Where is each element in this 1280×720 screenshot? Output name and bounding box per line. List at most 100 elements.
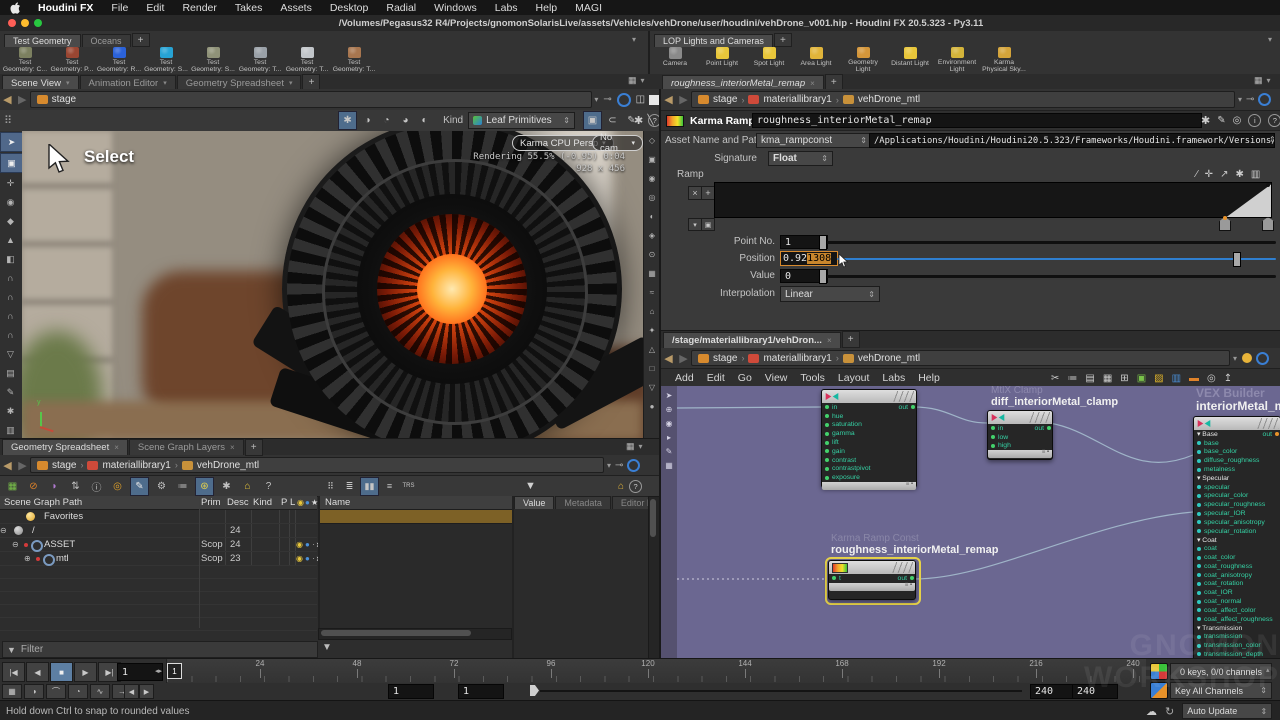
go-start-button[interactable]: |◀: [2, 662, 25, 682]
range-prev-button[interactable]: ◀: [124, 684, 139, 699]
sheet-help-icon[interactable]: ?: [629, 480, 642, 493]
view-axis-icon[interactable]: △: [644, 340, 660, 359]
shelf-tool[interactable]: Test Geometry: T...: [237, 47, 283, 73]
frame-selection-icon[interactable]: ▣: [1137, 373, 1146, 384]
shelf-tool[interactable]: Test Geometry: R...: [96, 47, 142, 73]
point-no-slider-handle[interactable]: [819, 235, 827, 250]
misc-tool-icon[interactable]: ▥: [0, 421, 21, 439]
menu-labs[interactable]: Labs: [495, 2, 518, 14]
select-objects-icon[interactable]: ◑: [359, 112, 376, 129]
shelf-tool[interactable]: Karma Physical Sky...: [981, 47, 1027, 73]
auto-update-dropdown[interactable]: Auto Update⇕: [1182, 703, 1272, 719]
port-in[interactable]: inout: [988, 424, 1052, 433]
param-diffuse_roughness[interactable]: diffuse_roughness: [1194, 456, 1280, 465]
param-transmission_color[interactable]: transmission_color: [1194, 641, 1280, 650]
sheet-menu-icon[interactable]: ▾: [639, 442, 643, 451]
path-item-stage[interactable]: stage: [37, 460, 76, 471]
character-tool-icon[interactable]: ▲: [0, 231, 21, 249]
view-materials-icon[interactable]: ◐: [644, 207, 660, 226]
param-metalness[interactable]: metalness: [1194, 465, 1280, 474]
menu-render[interactable]: Render: [182, 2, 216, 14]
net-menu-add[interactable]: Add: [675, 372, 694, 384]
grid-snap-icon[interactable]: ▦: [1103, 373, 1112, 384]
param-info-icon[interactable]: i: [1248, 114, 1261, 127]
output-dot[interactable]: [1047, 426, 1051, 430]
right-pane-grid-icon[interactable]: ▦: [1254, 75, 1263, 86]
param-dot[interactable]: [1197, 600, 1201, 604]
param-specular_rotation[interactable]: specular_rotation: [1194, 527, 1280, 536]
shelf-tool[interactable]: Camera: [652, 47, 698, 73]
anim-options-icon[interactable]: ▦: [2, 684, 22, 699]
sheet-link-icon[interactable]: [627, 459, 640, 472]
param-dot[interactable]: [1197, 441, 1201, 445]
port-contrastpivot[interactable]: contrastpivot: [822, 465, 916, 474]
row-visible-icon[interactable]: ●: [305, 540, 310, 549]
keyframe-colors-icon[interactable]: [1150, 663, 1168, 680]
input-dot[interactable]: [825, 432, 829, 436]
prev-frame-button[interactable]: ◀: [26, 662, 49, 682]
row-visible-icon[interactable]: ●: [305, 554, 310, 563]
info-icon[interactable]: ⓘ: [88, 478, 105, 495]
param-help-icon[interactable]: ?: [1268, 114, 1280, 127]
input-dot[interactable]: [825, 405, 829, 409]
lasso-select-icon[interactable]: ⊂: [604, 112, 621, 129]
snap-options-icon[interactable]: ◧: [0, 250, 21, 268]
frame-stepper-icons[interactable]: ◂▸: [155, 667, 162, 675]
compact-view-toggle[interactable]: ≡: [381, 478, 398, 495]
apple-logo-icon[interactable]: [10, 2, 20, 14]
view-shading-icon[interactable]: ◎: [644, 188, 660, 207]
shelf-tool[interactable]: Point Light: [699, 47, 745, 73]
path-item-stage[interactable]: stage: [698, 94, 737, 105]
secure-selection-icon[interactable]: ▣: [0, 153, 23, 173]
snap-prim-icon[interactable]: ∩: [0, 326, 21, 344]
port-in[interactable]: inout: [822, 403, 916, 412]
hierarchy-icon[interactable]: ≔: [174, 478, 191, 495]
view-fog-icon[interactable]: ≈: [644, 283, 660, 302]
select-points-icon[interactable]: ◔: [378, 112, 395, 129]
sheet-pin-icon[interactable]: ⊸: [615, 460, 623, 471]
param-coat_rotation[interactable]: coat_rotation: [1194, 580, 1280, 589]
param-coat[interactable]: coat: [1194, 544, 1280, 553]
app-menu[interactable]: Houdini FX: [38, 2, 93, 14]
scene-graph-row-favorites[interactable]: Favorites: [0, 510, 317, 524]
ramp-gear-icon[interactable]: ✱: [1235, 169, 1243, 180]
param-group-base[interactable]: ▾ Baseout: [1194, 430, 1280, 439]
snap-edge-icon[interactable]: ∩: [0, 307, 21, 325]
graph-icon[interactable]: ▦: [4, 478, 21, 495]
snap-grid-icon[interactable]: ∩: [0, 269, 21, 287]
view-grid-icon[interactable]: ▦: [644, 264, 660, 283]
rig-tool-icon[interactable]: ◆: [0, 212, 21, 230]
param-dot[interactable]: [1197, 512, 1201, 516]
sheet-grid-icon[interactable]: ▦: [626, 441, 635, 452]
path-item-materiallibrary1[interactable]: materiallibrary1: [748, 353, 831, 364]
param-brush-icon[interactable]: ✎: [1217, 115, 1225, 126]
port-contrast[interactable]: contrast: [822, 456, 916, 465]
input-dot[interactable]: [991, 444, 995, 448]
display-options-icon[interactable]: ▥: [1172, 373, 1181, 384]
name-filter-icon[interactable]: ▼: [322, 642, 332, 653]
input-dot[interactable]: [825, 458, 829, 462]
menu-assets[interactable]: Assets: [280, 2, 312, 14]
col-name[interactable]: Name: [320, 496, 512, 510]
col-visible-icon[interactable]: ●: [305, 498, 310, 507]
range-slider-track[interactable]: [540, 690, 1022, 692]
param-base_color[interactable]: base_color: [1194, 448, 1280, 457]
trs-view-toggle[interactable]: TRS: [400, 478, 417, 495]
settings-icon[interactable]: ⚙: [153, 478, 170, 495]
port-saturation[interactable]: saturation: [822, 421, 916, 430]
menu-takes[interactable]: Takes: [235, 2, 262, 14]
select-edges-icon[interactable]: ◕: [397, 112, 414, 129]
edit-tool-icon[interactable]: ✎: [0, 383, 21, 401]
net-menu-view[interactable]: View: [765, 372, 788, 384]
dopesheet-icon[interactable]: ⌒: [46, 684, 66, 699]
position-slider[interactable]: [837, 258, 1276, 260]
input-dot[interactable]: [825, 476, 829, 480]
value-tab-value[interactable]: Value: [514, 496, 554, 509]
menu-desktop[interactable]: Desktop: [330, 2, 369, 14]
spreadsheet-path[interactable]: stage›materiallibrary1›vehDrone_mtl: [30, 457, 604, 473]
row-activate-icon[interactable]: ◉: [296, 540, 303, 549]
view-geometry-icon[interactable]: ◈: [644, 226, 660, 245]
path-item-materiallibrary1[interactable]: materiallibrary1: [87, 460, 170, 471]
net-back-icon[interactable]: ◀: [661, 351, 676, 366]
input-dot[interactable]: [825, 467, 829, 471]
